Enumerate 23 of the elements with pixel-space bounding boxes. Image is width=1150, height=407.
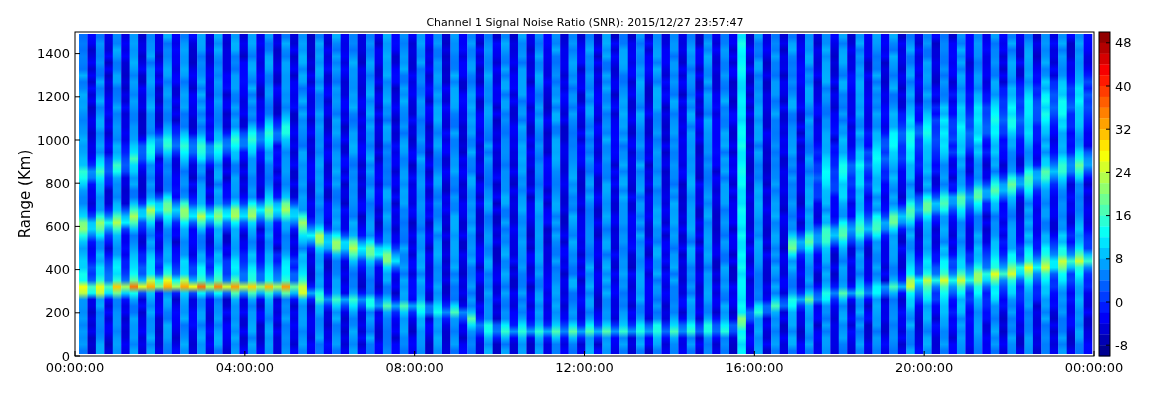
colorbar-tick-label: -8 bbox=[1115, 337, 1128, 353]
x-tick-label: 04:00:00 bbox=[215, 360, 275, 375]
y-tick-label: 800 bbox=[45, 175, 70, 191]
colorbar-tick-label: 0 bbox=[1115, 294, 1124, 310]
x-tick-label: 20:00:00 bbox=[894, 360, 954, 375]
colorbar-tick-label: 24 bbox=[1115, 164, 1132, 180]
chart-title: Channel 1 Signal Noise Ratio (SNR): 2015/12/27 23:57:47 bbox=[426, 16, 744, 29]
colorbar-tick-label: 32 bbox=[1115, 121, 1132, 137]
y-tick-label: 1400 bbox=[36, 46, 70, 62]
y-tick-label: 600 bbox=[45, 218, 70, 234]
colorbar-tick-label: 48 bbox=[1115, 35, 1132, 51]
colorbar-tick-label: 8 bbox=[1115, 251, 1124, 267]
x-tick-label: 12:00:00 bbox=[555, 360, 614, 375]
y-axis-label: Range (Km) bbox=[16, 149, 34, 239]
x-tick-label: 08:00:00 bbox=[385, 360, 444, 375]
y-tick-label: 400 bbox=[45, 262, 70, 278]
colorbar-tick-label: 40 bbox=[1115, 78, 1132, 94]
y-tick-label: 1000 bbox=[36, 132, 70, 148]
y-tick-label: 200 bbox=[45, 305, 70, 321]
y-tick-label: 1200 bbox=[36, 89, 70, 105]
colorbar-tick-label: 16 bbox=[1115, 208, 1132, 224]
x-tick-label: 16:00:00 bbox=[725, 360, 784, 375]
x-tick-label: 00:00:00 bbox=[1064, 360, 1124, 375]
